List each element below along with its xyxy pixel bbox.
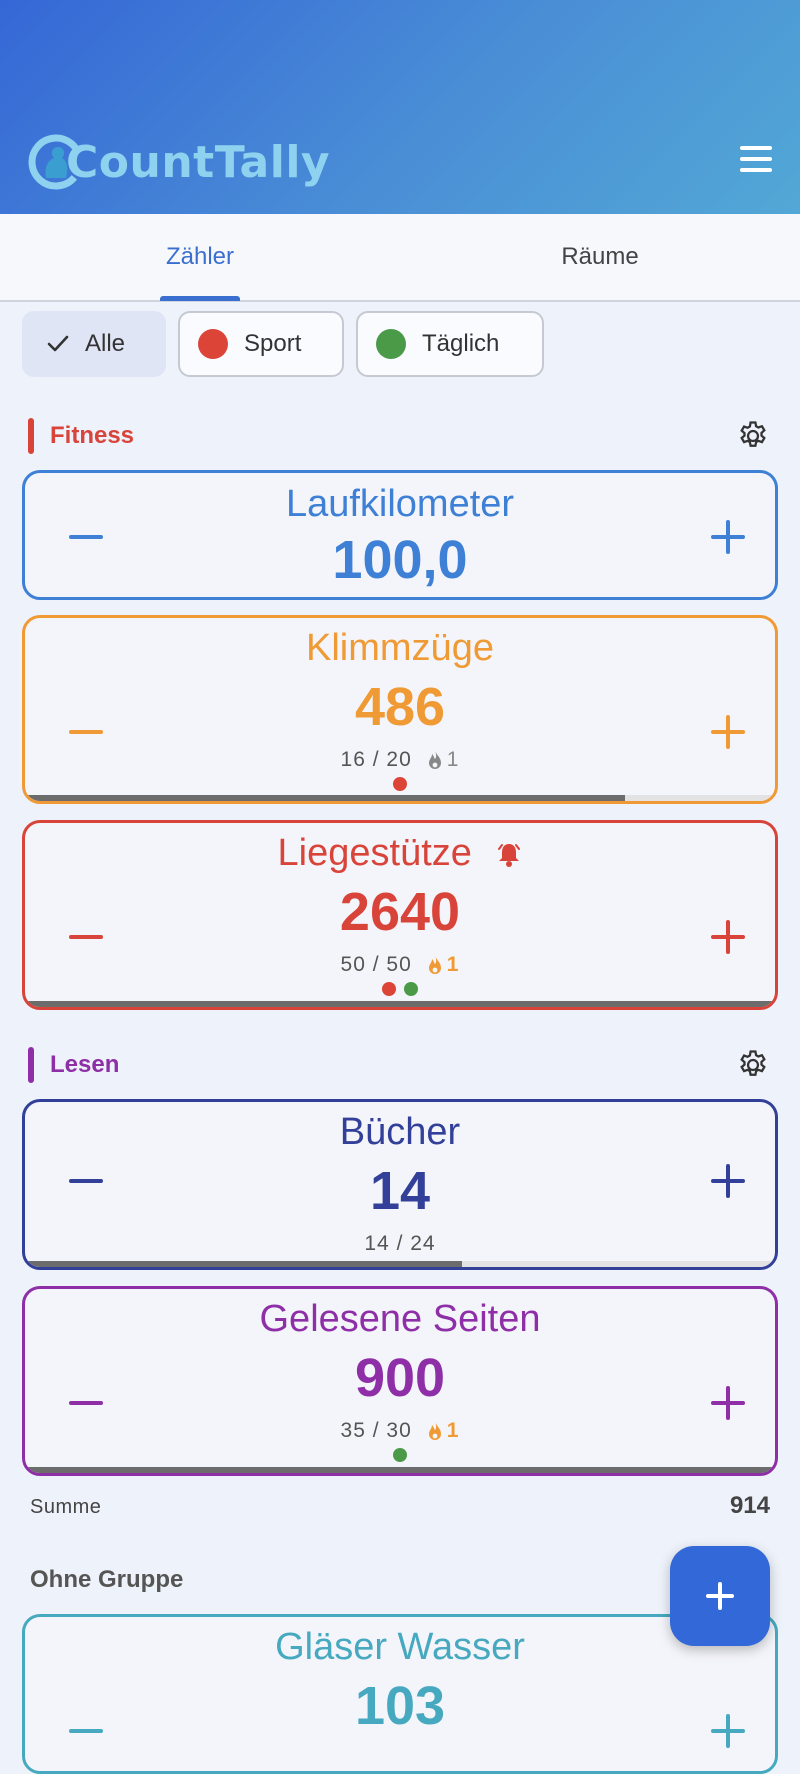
goal-progress-fill bbox=[25, 795, 625, 801]
group-color-bar bbox=[28, 1047, 34, 1083]
ungrouped-header: Ohne Gruppe bbox=[30, 1566, 184, 1593]
group-name: Fitness bbox=[50, 422, 135, 449]
increment-button[interactable] bbox=[705, 512, 755, 562]
counter-title: Laufkilometer bbox=[285, 483, 515, 525]
sport-tag-dot bbox=[393, 777, 407, 791]
tab-counters[interactable]: Zähler bbox=[0, 214, 400, 300]
tab-bar: Zähler Räume bbox=[0, 214, 800, 302]
group-header-fitness: Fitness bbox=[28, 416, 134, 456]
counter-value: 100,0 bbox=[332, 530, 468, 590]
goal-progress-bar bbox=[25, 1467, 775, 1473]
counter-value: 486 bbox=[354, 677, 446, 737]
filter-chip-all[interactable]: Alle bbox=[22, 311, 166, 377]
filter-chip-daily[interactable]: Täglich bbox=[356, 311, 544, 377]
counter-title: Gläser Wasser bbox=[275, 1626, 525, 1668]
alarm-bell-icon bbox=[498, 843, 521, 867]
counter-value: 103 bbox=[354, 1676, 446, 1736]
counter-card-klimmzuege[interactable]: Klimmzüge 486 16 / 20 1 bbox=[22, 615, 778, 804]
counter-goal-line: 14 / 24 bbox=[25, 1229, 775, 1259]
tab-rooms[interactable]: Räume bbox=[400, 214, 800, 300]
counter-title: Liegestütze bbox=[277, 832, 472, 874]
streak-count: 1 bbox=[446, 953, 460, 976]
goal-progress-fill bbox=[25, 1261, 463, 1267]
streak: 1 bbox=[426, 748, 460, 772]
goal-progress-fill bbox=[25, 1001, 775, 1007]
daily-color-dot bbox=[376, 329, 406, 359]
increment-button[interactable] bbox=[705, 1378, 755, 1428]
counter-value: 900 bbox=[354, 1348, 446, 1408]
group-name: Lesen bbox=[50, 1051, 120, 1078]
filter-chip-label: Alle bbox=[85, 330, 126, 357]
counter-title: Bücher bbox=[339, 1111, 461, 1153]
tag-dots bbox=[25, 1448, 775, 1462]
counter-card-laufkilometer[interactable]: Laufkilometer 100,0 bbox=[22, 470, 778, 600]
tag-dots bbox=[25, 982, 775, 996]
filter-chip-sport[interactable]: Sport bbox=[178, 311, 344, 377]
filter-chip-label: Sport bbox=[244, 330, 302, 357]
increment-button[interactable] bbox=[705, 1706, 755, 1756]
check-icon bbox=[47, 335, 69, 352]
counter-card-gelesene-seiten[interactable]: Gelesene Seiten 900 35 / 30 1 bbox=[22, 1286, 778, 1476]
group-color-bar bbox=[28, 418, 34, 454]
counter-title-row: Liegestütze bbox=[25, 832, 775, 875]
counter-goal-line: 50 / 50 1 bbox=[25, 950, 775, 980]
daily-tag-dot bbox=[393, 1448, 407, 1462]
filter-chip-label: Täglich bbox=[422, 330, 500, 357]
counter-goal-line: 35 / 30 1 bbox=[25, 1416, 775, 1446]
goal-progress-bar bbox=[25, 1001, 775, 1007]
flame-icon bbox=[428, 1421, 441, 1440]
app-logo: C CountTally bbox=[28, 132, 330, 192]
increment-button[interactable] bbox=[705, 707, 755, 757]
counter-title: Gelesene Seiten bbox=[259, 1298, 541, 1340]
increment-button[interactable] bbox=[705, 912, 755, 962]
hamburger-menu-icon[interactable] bbox=[736, 146, 776, 180]
sport-tag-dot bbox=[382, 982, 396, 996]
increment-button[interactable] bbox=[705, 1156, 755, 1206]
counter-title: Klimmzüge bbox=[306, 627, 494, 669]
group-header-lesen: Lesen bbox=[28, 1045, 119, 1085]
counter-value: 2640 bbox=[339, 882, 461, 942]
counter-goal: 16 / 20 bbox=[340, 748, 412, 771]
daily-tag-dot bbox=[404, 982, 418, 996]
streak-count: 1 bbox=[446, 748, 460, 771]
goal-progress-fill bbox=[25, 1467, 775, 1473]
counter-card-buecher[interactable]: Bücher 14 14 / 24 bbox=[22, 1099, 778, 1270]
tag-dots bbox=[25, 777, 775, 791]
gear-icon[interactable] bbox=[736, 419, 770, 453]
app-logo-text: CountTally bbox=[66, 136, 331, 188]
streak-count: 1 bbox=[446, 1419, 460, 1442]
active-tab-indicator bbox=[160, 296, 240, 301]
counter-goal: 50 / 50 bbox=[340, 953, 412, 976]
flame-icon bbox=[428, 750, 441, 769]
streak: 1 bbox=[426, 953, 460, 977]
group-sum-value: 914 bbox=[729, 1492, 770, 1519]
logo-icon: C bbox=[28, 134, 84, 190]
add-counter-button[interactable] bbox=[670, 1546, 770, 1646]
counter-goal: 35 / 30 bbox=[340, 1419, 412, 1442]
goal-progress-bar bbox=[25, 1261, 775, 1267]
sport-color-dot bbox=[198, 329, 228, 359]
counter-card-glaeser-wasser[interactable]: Gläser Wasser 103 bbox=[22, 1614, 778, 1774]
counter-goal: 14 / 24 bbox=[364, 1232, 436, 1255]
goal-progress-bar bbox=[25, 795, 775, 801]
counter-goal-line: 16 / 20 1 bbox=[25, 745, 775, 775]
flame-icon bbox=[428, 955, 441, 974]
app-header: C CountTally bbox=[0, 0, 800, 214]
group-sum-label: Summe bbox=[30, 1496, 102, 1518]
streak: 1 bbox=[426, 1419, 460, 1443]
gear-icon[interactable] bbox=[736, 1048, 770, 1082]
counter-card-liegestuetze[interactable]: Liegestütze 2640 50 / 50 1 bbox=[22, 820, 778, 1010]
counter-value: 14 bbox=[369, 1161, 431, 1221]
